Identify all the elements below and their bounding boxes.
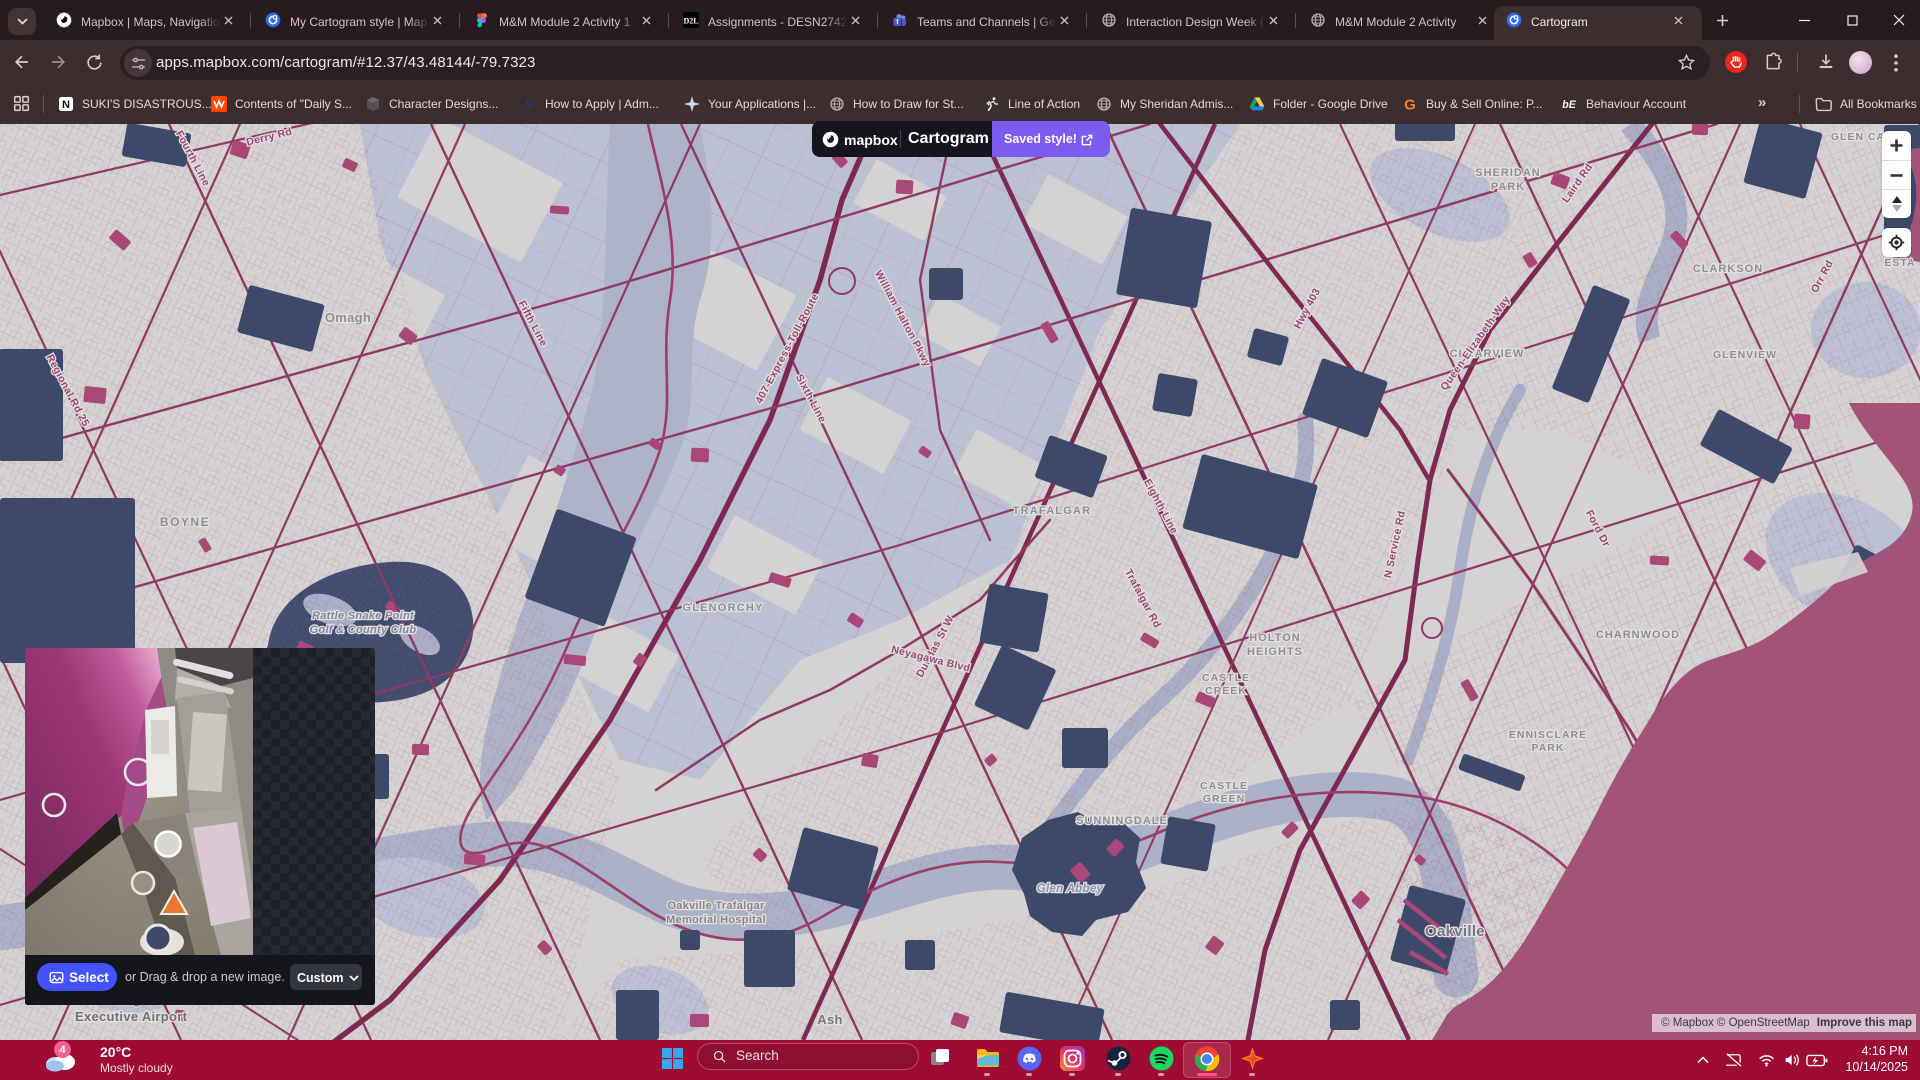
svg-text:Oakville: Oakville	[1425, 923, 1485, 940]
svg-text:PARK: PARK	[1532, 742, 1565, 754]
svg-text:G: G	[1404, 97, 1416, 113]
svg-text:T: T	[895, 20, 899, 26]
svg-text:CASTLE: CASTLE	[1202, 672, 1250, 684]
svg-text:CHARNWOOD: CHARNWOOD	[1596, 629, 1680, 641]
svg-text:SUNNINGDALE: SUNNINGDALE	[1076, 815, 1168, 827]
svg-text:CLARKSON: CLARKSON	[1693, 263, 1763, 275]
svg-text:Golf & County Club: Golf & County Club	[310, 624, 417, 636]
svg-text:bE: bE	[1562, 99, 1577, 111]
svg-text:Memorial Hospital: Memorial Hospital	[666, 914, 766, 926]
svg-text:SHERIDAN: SHERIDAN	[1475, 167, 1540, 179]
svg-text:Ash: Ash	[817, 1012, 842, 1027]
svg-text:ENNISCLARE: ENNISCLARE	[1509, 729, 1587, 741]
svg-text:PARK: PARK	[1491, 181, 1525, 193]
svg-text:Oakville Trafalgar: Oakville Trafalgar	[667, 900, 765, 912]
svg-text:GLENVIEW: GLENVIEW	[1713, 349, 1777, 361]
svg-text:Executive Airport: Executive Airport	[75, 1009, 188, 1024]
svg-text:GLENORCHY: GLENORCHY	[682, 602, 763, 614]
svg-text:S: S	[525, 97, 533, 112]
svg-text:HOLTON: HOLTON	[1249, 632, 1300, 644]
svg-text:D2L: D2L	[683, 17, 698, 26]
svg-text:ESTA: ESTA	[1884, 257, 1915, 269]
svg-text:GREEN: GREEN	[1203, 793, 1245, 805]
svg-text:HEIGHTS: HEIGHTS	[1247, 646, 1303, 658]
svg-text:CASTLE: CASTLE	[1200, 780, 1248, 792]
svg-text:BOYNE: BOYNE	[160, 515, 210, 529]
svg-text:CREEK: CREEK	[1205, 685, 1247, 697]
svg-text:Glen Abbey: Glen Abbey	[1037, 883, 1104, 895]
svg-text:N: N	[62, 99, 70, 111]
svg-text:Omagh: Omagh	[325, 310, 371, 325]
svg-text:TRAFALGAR: TRAFALGAR	[1013, 505, 1092, 517]
svg-text:Rattle Snake Point: Rattle Snake Point	[312, 610, 415, 622]
